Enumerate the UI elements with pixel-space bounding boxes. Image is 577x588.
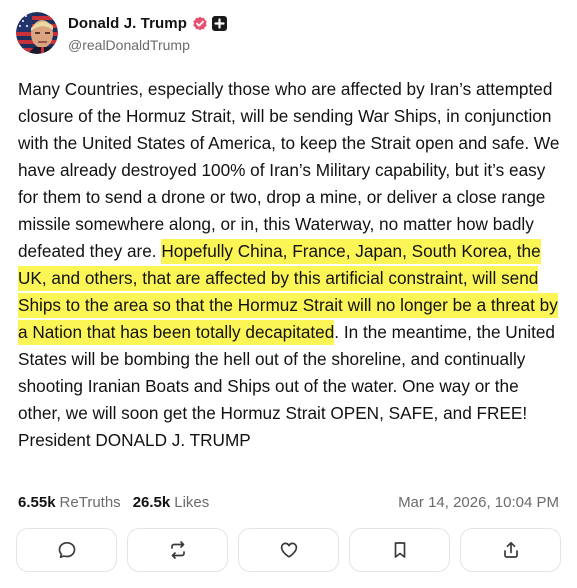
heart-icon <box>280 542 297 558</box>
retruth-button[interactable] <box>127 528 228 572</box>
verified-badge-icon <box>192 16 208 32</box>
post-body: Many Countries, especially those who are… <box>18 76 563 454</box>
retruths-count[interactable]: 6.55k <box>18 494 56 511</box>
retruth-icon <box>170 541 185 559</box>
share-button[interactable] <box>460 528 561 572</box>
comment-icon <box>58 541 75 559</box>
post-text-before: Many Countries, especially those who are… <box>18 79 560 261</box>
engagement-counts: 6.55k ReTruths 26.5k Likes <box>18 494 209 511</box>
retruths-label[interactable]: ReTruths <box>60 494 121 511</box>
bookmark-button[interactable] <box>349 528 450 572</box>
post-stats: 6.55k ReTruths 26.5k Likes Mar 14, 2026, 10… <box>18 494 559 511</box>
avatar[interactable] <box>16 12 58 54</box>
likes-count[interactable]: 26.5k <box>133 494 171 511</box>
post-card: Donald J. Trump @realDonaldTrump Many Co… <box>0 0 577 588</box>
action-bar <box>16 528 561 574</box>
like-button[interactable] <box>238 528 339 572</box>
likes-label[interactable]: Likes <box>174 494 209 511</box>
avatar-image <box>16 12 58 54</box>
bookmark-icon <box>394 542 405 558</box>
author-names: Donald J. Trump @realDonaldTrump <box>68 14 228 53</box>
name-row: Donald J. Trump <box>68 14 228 34</box>
author-handle[interactable]: @realDonaldTrump <box>68 37 227 53</box>
post-timestamp[interactable]: Mar 14, 2026, 10:04 PM <box>398 494 559 511</box>
plus-badge-icon <box>212 16 228 31</box>
share-icon <box>503 541 518 558</box>
author-display-name[interactable]: Donald J. Trump <box>68 15 187 32</box>
post-header: Donald J. Trump @realDonaldTrump <box>16 10 228 56</box>
reply-button[interactable] <box>16 528 117 572</box>
